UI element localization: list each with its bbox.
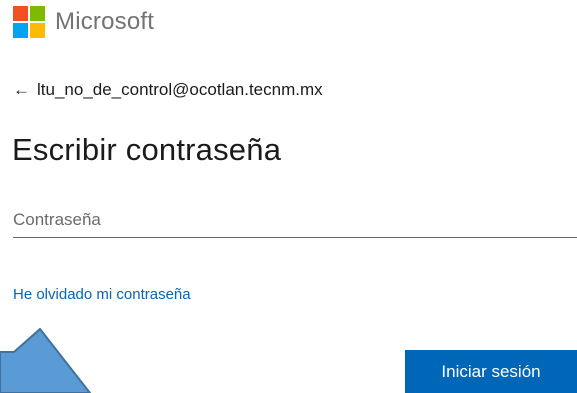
password-input[interactable] bbox=[13, 202, 577, 238]
forgot-password-link[interactable]: He olvidado mi contraseña bbox=[13, 286, 191, 303]
microsoft-logo-icon bbox=[13, 6, 45, 38]
page-title: Escribir contraseña bbox=[12, 132, 282, 167]
account-email: ltu_no_de_control@ocotlan.tecnm.mx bbox=[37, 80, 323, 99]
identity-banner: ← ltu_no_de_control@ocotlan.tecnm.mx bbox=[13, 80, 323, 100]
annotation-arrow-icon bbox=[0, 328, 92, 393]
microsoft-logo: Microsoft bbox=[13, 6, 154, 38]
microsoft-wordmark: Microsoft bbox=[55, 8, 155, 35]
sign-in-page: Microsoft ← ltu_no_de_control@ocotlan.te… bbox=[0, 0, 577, 393]
sign-in-button[interactable]: Iniciar sesión bbox=[405, 350, 577, 393]
back-arrow-icon[interactable]: ← bbox=[13, 80, 30, 100]
